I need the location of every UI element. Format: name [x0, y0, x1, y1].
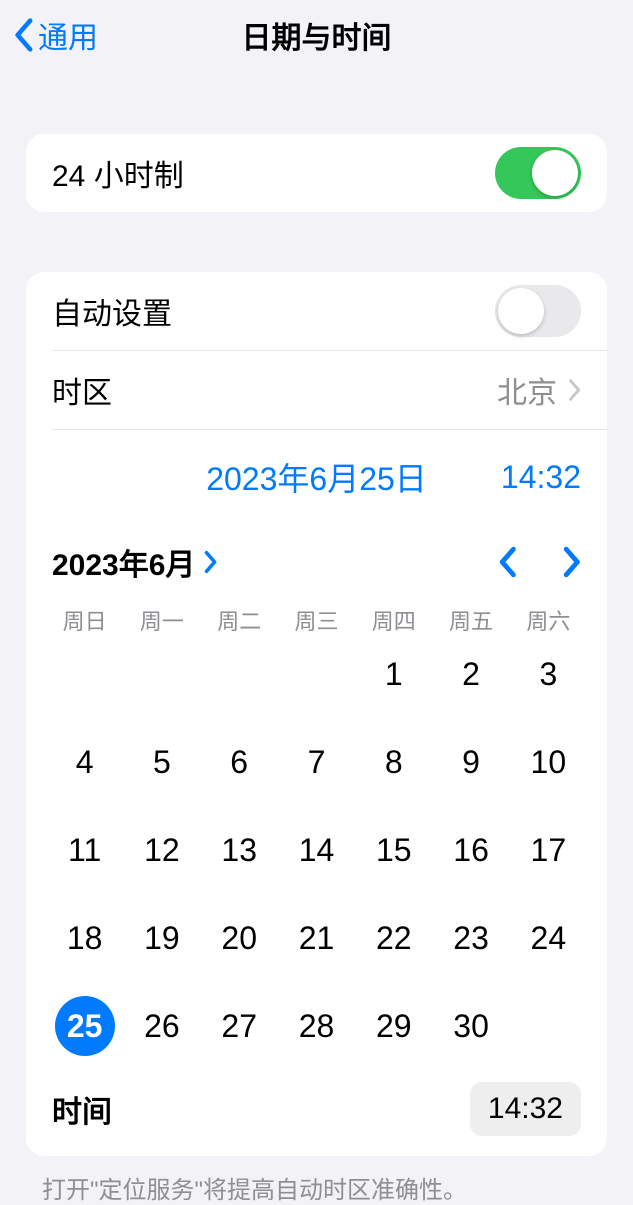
calendar-day[interactable]: 11: [46, 820, 123, 880]
calendar-day[interactable]: 23: [432, 908, 509, 968]
calendar-day[interactable]: 18: [46, 908, 123, 968]
calendar-day[interactable]: 2: [432, 644, 509, 704]
weekday-label: 周一: [123, 604, 200, 636]
switch-auto-set[interactable]: [495, 285, 581, 337]
calendar-day-empty: [123, 644, 200, 704]
label-timezone: 时区: [52, 368, 112, 412]
calendar-day[interactable]: 5: [123, 732, 200, 792]
calendar-day[interactable]: 14: [278, 820, 355, 880]
weekday-label: 周四: [355, 604, 432, 636]
calendar-day[interactable]: 20: [201, 908, 278, 968]
weekday-label: 周五: [432, 604, 509, 636]
calendar-day-empty: [46, 644, 123, 704]
calendar-day[interactable]: 7: [278, 732, 355, 792]
calendar-day[interactable]: 6: [201, 732, 278, 792]
selected-time[interactable]: 14:32: [449, 459, 581, 496]
chevron-right-icon: [203, 550, 217, 574]
label-auto-set: 自动设置: [52, 289, 172, 333]
chevron-left-icon: [497, 546, 517, 578]
prev-month-button[interactable]: [497, 546, 517, 578]
row-auto-set: 自动设置: [26, 272, 607, 350]
label-24-hour: 24 小时制: [52, 151, 184, 195]
calendar-day[interactable]: 10: [510, 732, 587, 792]
label-time: 时间: [52, 1087, 112, 1131]
calendar-day[interactable]: 13: [201, 820, 278, 880]
calendar-day[interactable]: 8: [355, 732, 432, 792]
calendar-day[interactable]: 12: [123, 820, 200, 880]
chevron-left-icon: [12, 17, 34, 53]
month-label: 2023年6月: [52, 540, 195, 584]
calendar-day[interactable]: 15: [355, 820, 432, 880]
weekday-label: 周三: [278, 604, 355, 636]
weekday-header: 周日周一周二周三周四周五周六: [26, 596, 607, 640]
switch-24-hour[interactable]: [495, 147, 581, 199]
calendar-day[interactable]: 26: [123, 996, 200, 1056]
calendar-day[interactable]: 28: [278, 996, 355, 1056]
calendar-day[interactable]: 9: [432, 732, 509, 792]
calendar-day[interactable]: 3: [510, 644, 587, 704]
weekday-label: 周六: [510, 604, 587, 636]
calendar-day[interactable]: 22: [355, 908, 432, 968]
weekday-label: 周日: [46, 604, 123, 636]
back-button[interactable]: 通用: [0, 13, 98, 57]
calendar-day-empty: [201, 644, 278, 704]
calendar-day[interactable]: 17: [510, 820, 587, 880]
calendar-grid: 1234567891011121314151617181920212223242…: [26, 640, 607, 1076]
calendar-day[interactable]: 16: [432, 820, 509, 880]
weekday-label: 周二: [201, 604, 278, 636]
calendar-day[interactable]: 29: [355, 996, 432, 1056]
calendar-day[interactable]: 1: [355, 644, 432, 704]
calendar-day[interactable]: 19: [123, 908, 200, 968]
selected-date[interactable]: 2023年6月25日: [184, 454, 449, 500]
value-timezone: 北京: [497, 368, 557, 412]
chevron-right-icon: [567, 378, 581, 402]
chevron-right-icon: [561, 546, 581, 578]
calendar-day[interactable]: 21: [278, 908, 355, 968]
calendar-day[interactable]: 24: [510, 908, 587, 968]
row-timezone[interactable]: 时区 北京: [26, 351, 607, 429]
footer-hint: 打开"定位服务"将提高自动时区准确性。: [0, 1156, 633, 1205]
calendar-day-empty: [278, 644, 355, 704]
row-time: 时间 14:32: [26, 1076, 607, 1156]
back-label: 通用: [38, 13, 98, 57]
calendar-day[interactable]: 4: [46, 732, 123, 792]
row-datetime-display: 2023年6月25日 14:32: [26, 430, 607, 512]
next-month-button[interactable]: [561, 546, 581, 578]
month-picker-button[interactable]: 2023年6月: [52, 540, 217, 584]
calendar-day[interactable]: 25: [46, 996, 123, 1056]
row-24-hour: 24 小时制: [26, 134, 607, 212]
calendar-day[interactable]: 27: [201, 996, 278, 1056]
time-picker-button[interactable]: 14:32: [470, 1082, 581, 1136]
calendar-day[interactable]: 30: [432, 996, 509, 1056]
